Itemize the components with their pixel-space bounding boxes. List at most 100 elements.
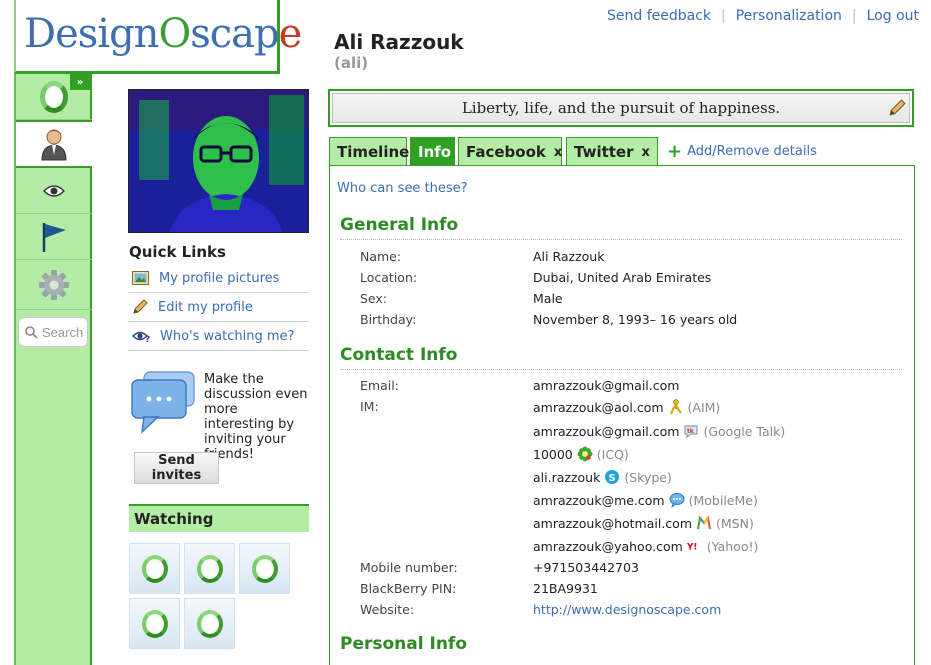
field-label: BlackBerry PIN: — [360, 581, 457, 596]
website-link[interactable]: http://www.designoscape.com — [533, 602, 721, 617]
field-label: Location: — [360, 270, 418, 285]
plus-icon: + — [667, 140, 683, 162]
field-value: November 8, 1993– 16 years old — [533, 312, 738, 327]
im-handle: 10000 — [533, 446, 573, 462]
quick-link-whos-watching[interactable]: ? Who's watching me? — [128, 322, 309, 351]
svg-text:S: S — [609, 473, 616, 484]
add-remove-details-link[interactable]: + Add/Remove details — [667, 140, 817, 162]
designoscape-o-icon — [196, 554, 223, 583]
rail-settings-button[interactable] — [16, 260, 92, 310]
search-input[interactable] — [42, 324, 86, 340]
im-service: (Yahoo!) — [706, 538, 759, 554]
designoscape-o-icon — [141, 554, 168, 583]
im-service: (MobileMe) — [688, 492, 758, 508]
send-invites-button[interactable]: Send invites — [134, 452, 219, 484]
logo-part: e — [278, 11, 303, 57]
quick-link-profile-pictures[interactable]: My profile pictures — [128, 264, 309, 293]
eye-icon — [43, 184, 65, 197]
logo-part: O — [158, 11, 191, 57]
watched-item[interactable] — [129, 598, 180, 649]
field-label: Name: — [360, 249, 402, 264]
quick-link-label: Who's watching me? — [160, 328, 295, 344]
field-label: Sex: — [360, 291, 388, 306]
rail-profile-button[interactable] — [16, 120, 92, 168]
field-label: Website: — [360, 602, 415, 617]
yahoo-icon: Y! — [686, 538, 703, 554]
field-label: Mobile number: — [360, 560, 458, 575]
gear-icon — [39, 269, 69, 300]
profile-photo[interactable] — [128, 89, 309, 233]
watched-item[interactable] — [184, 543, 235, 594]
personalization-link[interactable]: Personalization — [726, 8, 852, 24]
flag-icon — [42, 222, 66, 252]
rail-flag-button[interactable] — [16, 214, 92, 260]
close-tab-button[interactable]: x — [554, 145, 562, 160]
im-entry: amrazzouk@hotmail.com (MSN) — [533, 515, 754, 531]
rail-watching-button[interactable] — [16, 168, 92, 214]
im-handle: amrazzouk@aol.com — [533, 399, 664, 415]
field-value: Dubai, United Arab Emirates — [533, 270, 712, 285]
svg-text:?: ? — [145, 335, 150, 343]
field-value: http://www.designoscape.com — [533, 602, 721, 617]
tab-timeline[interactable]: Timeline — [329, 137, 410, 166]
field-value: +971503442703 — [533, 560, 639, 575]
tab-label: Twitter — [574, 143, 634, 161]
field-label: Email: — [360, 378, 399, 393]
tab-twitter[interactable]: Twitter x — [566, 137, 658, 166]
quick-link-label: Edit my profile — [158, 299, 253, 315]
pencil-icon[interactable] — [888, 99, 906, 117]
watched-item[interactable] — [184, 598, 235, 649]
designoscape-o-icon — [40, 80, 68, 113]
designoscape-o-icon — [196, 609, 223, 638]
tab-facebook[interactable]: Facebook x — [458, 137, 562, 166]
im-handle: amrazzouk@me.com — [533, 492, 665, 508]
svg-text:tk: tk — [687, 428, 695, 435]
picture-icon — [132, 271, 149, 285]
im-entry: amrazzouk@aol.com (AIM) — [533, 399, 720, 415]
im-handle: amrazzouk@yahoo.com — [533, 538, 683, 554]
im-entry: ali.razzouk S (Skype) — [533, 469, 672, 485]
im-handle: ali.razzouk — [533, 469, 601, 485]
quick-link-label: My profile pictures — [159, 270, 280, 286]
rail-search-field[interactable] — [18, 317, 88, 347]
send-feedback-link[interactable]: Send feedback — [597, 8, 721, 24]
who-can-see-link[interactable]: Who can see these? — [337, 181, 468, 196]
im-service: (MSN) — [716, 515, 754, 531]
icq-icon — [577, 446, 593, 462]
watched-item[interactable] — [129, 543, 180, 594]
log-out-link[interactable]: Log out — [857, 8, 919, 24]
watching-header: Watching — [129, 504, 309, 532]
section-title-general: General Info — [340, 215, 902, 240]
close-tab-button[interactable]: x — [642, 145, 650, 160]
logo[interactable]: DesignOscape — [14, 0, 302, 74]
mobileme-icon — [669, 492, 685, 508]
designoscape-o-icon — [141, 609, 168, 638]
im-entry: amrazzouk@me.com (MobileMe) — [533, 492, 758, 508]
profile-photo-image — [129, 90, 308, 232]
rail-expand-button[interactable]: » — [70, 74, 90, 90]
add-remove-label: Add/Remove details — [687, 144, 817, 159]
user-icon — [41, 129, 67, 161]
motto-text: Liberty, life, and the pursuit of happin… — [461, 99, 781, 117]
tab-info[interactable]: Info — [410, 137, 455, 166]
tab-label: Info — [418, 143, 452, 161]
im-service: (Skype) — [624, 469, 672, 485]
eye-question-icon: ? — [132, 331, 150, 343]
tab-label: Timeline — [337, 143, 410, 161]
quick-links-title: Quick Links — [129, 243, 226, 261]
pencil-icon — [133, 299, 148, 314]
quick-link-edit-profile[interactable]: Edit my profile — [128, 293, 309, 322]
im-service: (AIM) — [687, 399, 721, 415]
google-talk-icon: tk — [683, 423, 699, 439]
field-value: amrazzouk@gmail.com — [533, 378, 680, 393]
watched-item[interactable] — [239, 543, 290, 594]
svg-text:Y!: Y! — [687, 543, 697, 552]
search-icon — [25, 325, 38, 339]
top-links: Send feedback | Personalization | Log ou… — [597, 8, 919, 24]
im-handle: amrazzouk@hotmail.com — [533, 515, 692, 531]
profile-username: (ali) — [334, 54, 369, 72]
logo-part: scap — [190, 11, 279, 57]
logo-part: Design — [24, 11, 159, 57]
section-title-contact: Contact Info — [340, 345, 902, 370]
logo-text: DesignOscape — [24, 8, 303, 60]
